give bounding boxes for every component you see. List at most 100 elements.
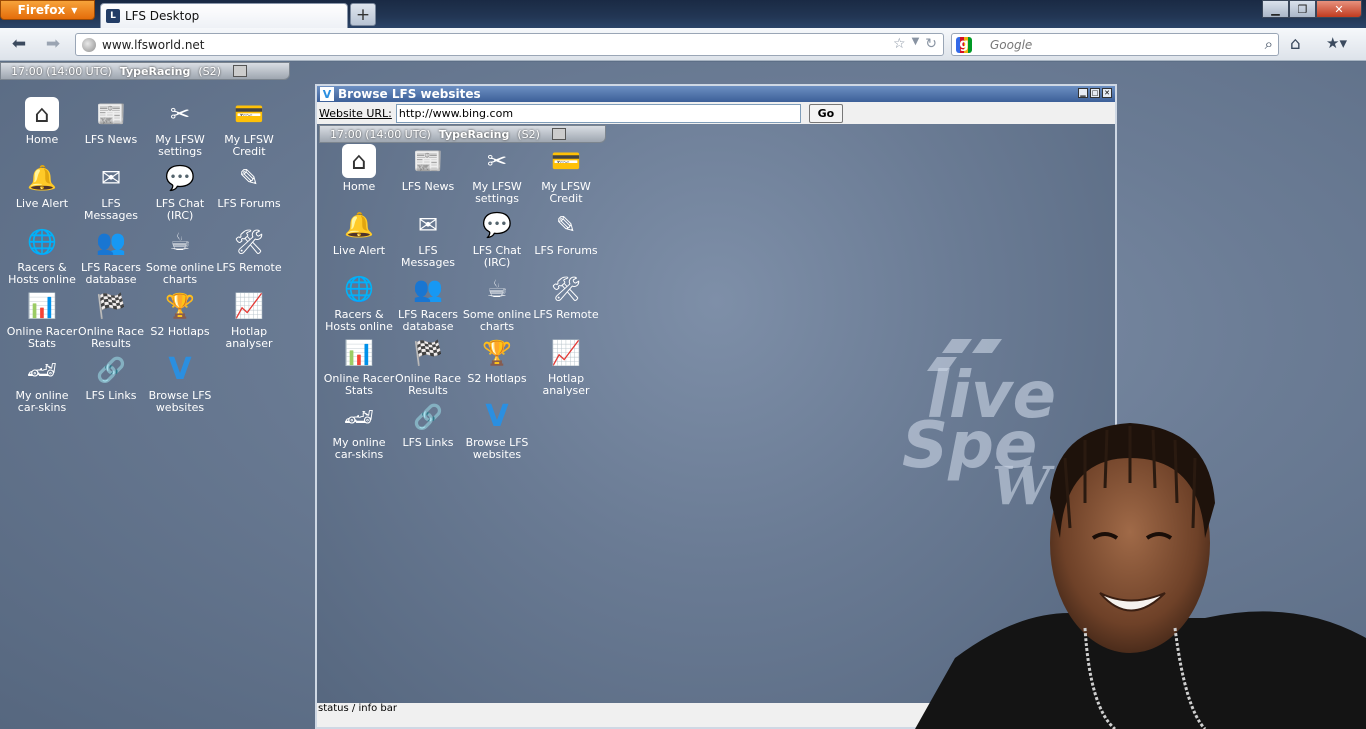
desktop-icon[interactable]: ✂ My LFSW settings xyxy=(144,97,216,158)
frame-desktop-icon[interactable]: 📊 Online Racer Stats xyxy=(323,336,395,397)
frame-desktop-icon[interactable]: ✉ LFS Messages xyxy=(392,208,464,269)
site-identity-icon[interactable] xyxy=(82,37,96,52)
news-icon: 📰 xyxy=(96,100,126,128)
coffee-icon: ☕ xyxy=(486,275,508,303)
alert-icon: 🔔 xyxy=(344,211,374,239)
forums-icon: ✎ xyxy=(238,164,260,192)
search-box[interactable]: g Google ⌕ xyxy=(951,33,1279,56)
icon-label: S2 Hotlaps xyxy=(150,325,210,338)
meme-face-image xyxy=(915,423,1366,729)
go-button[interactable]: Go xyxy=(808,103,843,123)
icon-label: Live Alert xyxy=(15,197,69,210)
desktop-icon[interactable]: 🛠 LFS Remote xyxy=(213,225,285,274)
window-maximize-icon[interactable]: □ xyxy=(1090,88,1100,98)
frame-desktop-icon[interactable]: ✎ LFS Forums xyxy=(530,208,602,257)
frame-desktop-icon[interactable]: ⌂ Home xyxy=(323,144,395,193)
frame-icon-label: Hotlap analyser xyxy=(542,372,590,397)
back-button[interactable]: ⬅ xyxy=(8,34,30,54)
new-tab-button[interactable]: + xyxy=(350,3,376,26)
icon-label: Online Racer Stats xyxy=(6,325,78,350)
home-button[interactable]: ⌂ xyxy=(1290,34,1301,54)
frame-icon-label: Online Racer Stats xyxy=(323,372,395,397)
browser-tab[interactable]: L LFS Desktop xyxy=(100,3,348,28)
frame-desktop-icon[interactable]: 🔔 Live Alert xyxy=(323,208,395,257)
frame-icon-label: S2 Hotlaps xyxy=(467,372,527,385)
bookmarks-button[interactable]: ★▾ xyxy=(1326,34,1347,52)
desktop-icon[interactable]: V Browse LFS websites xyxy=(144,353,216,414)
browse-window-titlebar[interactable]: V Browse LFS websites ▁ □ ✕ xyxy=(317,86,1115,102)
desktop-icon[interactable]: 🔗 LFS Links xyxy=(75,353,147,402)
maximize-button[interactable]: ❐ xyxy=(1289,0,1316,18)
history-dropdown-icon[interactable]: ▼ xyxy=(912,36,920,52)
frame-desktop-icon[interactable]: 📰 LFS News xyxy=(392,144,464,193)
frame-desktop-icon[interactable]: ☕ Some online charts xyxy=(461,272,533,333)
desktop-icon[interactable]: ✎ LFS Forums xyxy=(213,161,285,210)
logout-icon[interactable] xyxy=(232,65,247,77)
address-text: www.lfsworld.net xyxy=(102,37,205,52)
desktop-icon[interactable]: 📊 Online Racer Stats xyxy=(6,289,78,350)
desktop-icon[interactable]: 👥 LFS Racers database xyxy=(75,225,147,286)
desktop-icon[interactable]: ⌂ Home xyxy=(6,97,78,146)
frame-icon-label: My LFSW Credit xyxy=(541,180,591,205)
trophy-icon: 🏆 xyxy=(165,292,195,320)
desktop-icon[interactable]: 🏎 My online car-skins xyxy=(6,353,78,414)
frame-desktop-icon[interactable]: 📈 Hotlap analyser xyxy=(530,336,602,397)
analyser-icon: 📈 xyxy=(551,339,581,367)
desktop-icon[interactable]: ☕ Some online charts xyxy=(144,225,216,286)
frame-desktop-icon[interactable]: 👥 LFS Racers database xyxy=(392,272,464,333)
frame-desktop-icon[interactable]: 🏎 My online car-skins xyxy=(323,400,395,461)
reload-icon[interactable]: ↻ xyxy=(925,36,937,52)
settings-icon: ✂ xyxy=(169,100,191,128)
credit-icon: 💳 xyxy=(234,100,264,128)
frame-desktop-icon[interactable]: 🏁 Online Race Results xyxy=(392,336,464,397)
desktop-icon[interactable]: 💬 LFS Chat (IRC) xyxy=(144,161,216,222)
desktop-icon[interactable]: 🌐 Racers & Hosts online xyxy=(6,225,78,286)
navigation-toolbar: ⬅ ➡ www.lfsworld.net ☆ ▼ ↻ g Google ⌕ ⌂ … xyxy=(0,28,1366,61)
google-engine-icon[interactable]: g xyxy=(956,36,972,53)
frame-desktop-icon[interactable]: 💬 LFS Chat (IRC) xyxy=(461,208,533,269)
bookmark-star-icon[interactable]: ☆ xyxy=(893,36,906,52)
remote-icon: 🛠 xyxy=(550,275,582,303)
results-icon: 🏁 xyxy=(413,339,443,367)
icon-label: LFS Chat (IRC) xyxy=(155,197,205,222)
frame-username[interactable]: TypeRacing xyxy=(439,128,510,141)
frame-clock-text: 17:00 (14:00 UTC) xyxy=(330,127,431,141)
username[interactable]: TypeRacing xyxy=(120,65,191,78)
forward-button[interactable]: ➡ xyxy=(42,34,64,54)
address-bar[interactable]: www.lfsworld.net ☆ ▼ ↻ xyxy=(75,33,944,56)
alert-icon: 🔔 xyxy=(27,164,57,192)
minimize-button[interactable]: ▁ xyxy=(1262,0,1289,18)
browse-icon: V xyxy=(168,352,192,387)
frame-desktop-icon[interactable]: 🌐 Racers & Hosts online xyxy=(323,272,395,333)
desktop-icon[interactable]: 📰 LFS News xyxy=(75,97,147,146)
desktop-icon[interactable]: 🏁 Online Race Results xyxy=(75,289,147,350)
desktop-icon[interactable]: 📈 Hotlap analyser xyxy=(213,289,285,350)
messages-icon: ✉ xyxy=(417,211,439,239)
desktop-icon[interactable]: 🔔 Live Alert xyxy=(6,161,78,210)
frame-desktop-icon[interactable]: 💳 My LFSW Credit xyxy=(530,144,602,205)
window-minimize-icon[interactable]: ▁ xyxy=(1078,88,1088,98)
desktop-icon[interactable]: 💳 My LFSW Credit xyxy=(213,97,285,158)
url-row: Website URL: Go xyxy=(317,102,1115,124)
window-close-icon[interactable]: ✕ xyxy=(1102,88,1112,98)
desktop-icon[interactable]: ✉ LFS Messages xyxy=(75,161,147,222)
frame-desktop-icon[interactable]: 🛠 LFS Remote xyxy=(530,272,602,321)
close-button[interactable]: ✕ xyxy=(1316,0,1362,18)
desktop-icon[interactable]: 🏆 S2 Hotlaps xyxy=(144,289,216,338)
search-icon[interactable]: ⌕ xyxy=(1265,35,1273,53)
frame-desktop-icon[interactable]: V Browse LFS websites xyxy=(461,400,533,461)
icon-label: LFS Racers database xyxy=(81,261,141,286)
firefox-menu-button[interactable]: Firefox ▼ xyxy=(0,0,95,20)
frame-icon-label: LFS Links xyxy=(402,436,454,449)
frame-desktop-icon[interactable]: 🔗 LFS Links xyxy=(392,400,464,449)
frame-desktop-icon[interactable]: ✂ My LFSW settings xyxy=(461,144,533,205)
frame-icon-label: My LFSW settings xyxy=(472,180,522,205)
url-label: Website URL: xyxy=(319,106,392,120)
url-input[interactable] xyxy=(395,103,801,123)
frame-logout-icon[interactable] xyxy=(551,128,566,140)
frame-desktop-icon[interactable]: 🏆 S2 Hotlaps xyxy=(461,336,533,385)
icon-label: Home xyxy=(25,133,59,146)
stats-icon: 📊 xyxy=(344,339,374,367)
browse-icon: V xyxy=(485,399,509,434)
globe-icon: 🌐 xyxy=(344,275,374,303)
